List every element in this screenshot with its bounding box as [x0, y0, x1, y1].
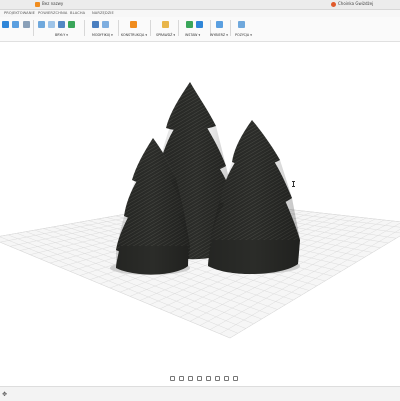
3d-viewport[interactable] — [0, 42, 400, 378]
tab-projektowanie[interactable]: PROJEKTOWANIE — [4, 11, 35, 15]
cloud-status-icon — [331, 2, 336, 7]
ribbon-toolbar: BRYŁY ▾ MODYFIKUJ ▾ KONSTRUKCJA ▾ SPRAWD… — [0, 17, 400, 42]
remote-document-tab[interactable]: Choinka Gwiżdżej — [338, 1, 373, 6]
position-icon[interactable] — [238, 21, 245, 28]
fillet-icon[interactable] — [102, 21, 109, 28]
scene-canvas[interactable] — [0, 42, 400, 378]
text-cursor-icon — [292, 181, 295, 187]
group-pozycja[interactable]: POZYCJA ▾ — [235, 33, 252, 37]
viewports-icon[interactable] — [233, 376, 238, 381]
insert-mesh-icon[interactable] — [196, 21, 203, 28]
group-konstrukcja[interactable]: KONSTRUKCJA ▾ — [121, 33, 147, 37]
tree-right-body[interactable] — [208, 120, 300, 275]
press-pull-icon[interactable] — [92, 21, 99, 28]
tab-narzedzie[interactable]: NARZĘDZIE — [92, 11, 114, 15]
sketch-icon[interactable] — [2, 21, 9, 28]
tab-powierzchnia[interactable]: POWIERZCHNIA — [38, 11, 67, 15]
grid-settings-icon[interactable] — [224, 376, 229, 381]
workspace-tabs: PROJEKTOWANIE POWIERZCHNIA BLACHA NARZĘD… — [0, 10, 400, 17]
title-bar: Bez nazwy Choinka Gwiżdżej — [0, 0, 400, 10]
hole-icon[interactable] — [48, 21, 55, 28]
select-icon[interactable] — [216, 21, 223, 28]
group-wstaw[interactable]: WSTAW ▾ — [185, 33, 200, 37]
group-bryly[interactable]: BRYŁY ▾ — [55, 33, 68, 37]
tab-blacha[interactable]: BLACHA — [70, 11, 85, 15]
look-at-icon[interactable] — [179, 376, 184, 381]
group-wybierz[interactable]: WYBIERZ ▾ — [210, 33, 228, 37]
navigation-bar — [0, 372, 400, 386]
group-sprawdz[interactable]: SPRAWDŹ ▾ — [156, 33, 175, 37]
group-modyfikuj[interactable]: MODYFIKUJ ▾ — [92, 33, 113, 37]
measure-icon[interactable] — [162, 21, 169, 28]
solid-box-icon[interactable] — [38, 21, 45, 28]
navigation-icon[interactable]: ✥ — [2, 391, 7, 398]
document-tab[interactable]: Bez nazwy — [42, 1, 63, 6]
move-icon[interactable] — [23, 21, 30, 28]
pan-icon[interactable] — [188, 376, 193, 381]
pattern-icon[interactable] — [68, 21, 75, 28]
status-bar: ✥ — [0, 386, 400, 401]
fit-icon[interactable] — [206, 376, 211, 381]
insert-image-icon[interactable] — [186, 21, 193, 28]
display-settings-icon[interactable] — [215, 376, 220, 381]
zoom-icon[interactable] — [197, 376, 202, 381]
plane-icon[interactable] — [130, 21, 137, 28]
extrude-icon[interactable] — [12, 21, 19, 28]
fusion-doc-icon — [35, 2, 40, 7]
orbit-icon[interactable] — [170, 376, 175, 381]
shell-icon[interactable] — [58, 21, 65, 28]
